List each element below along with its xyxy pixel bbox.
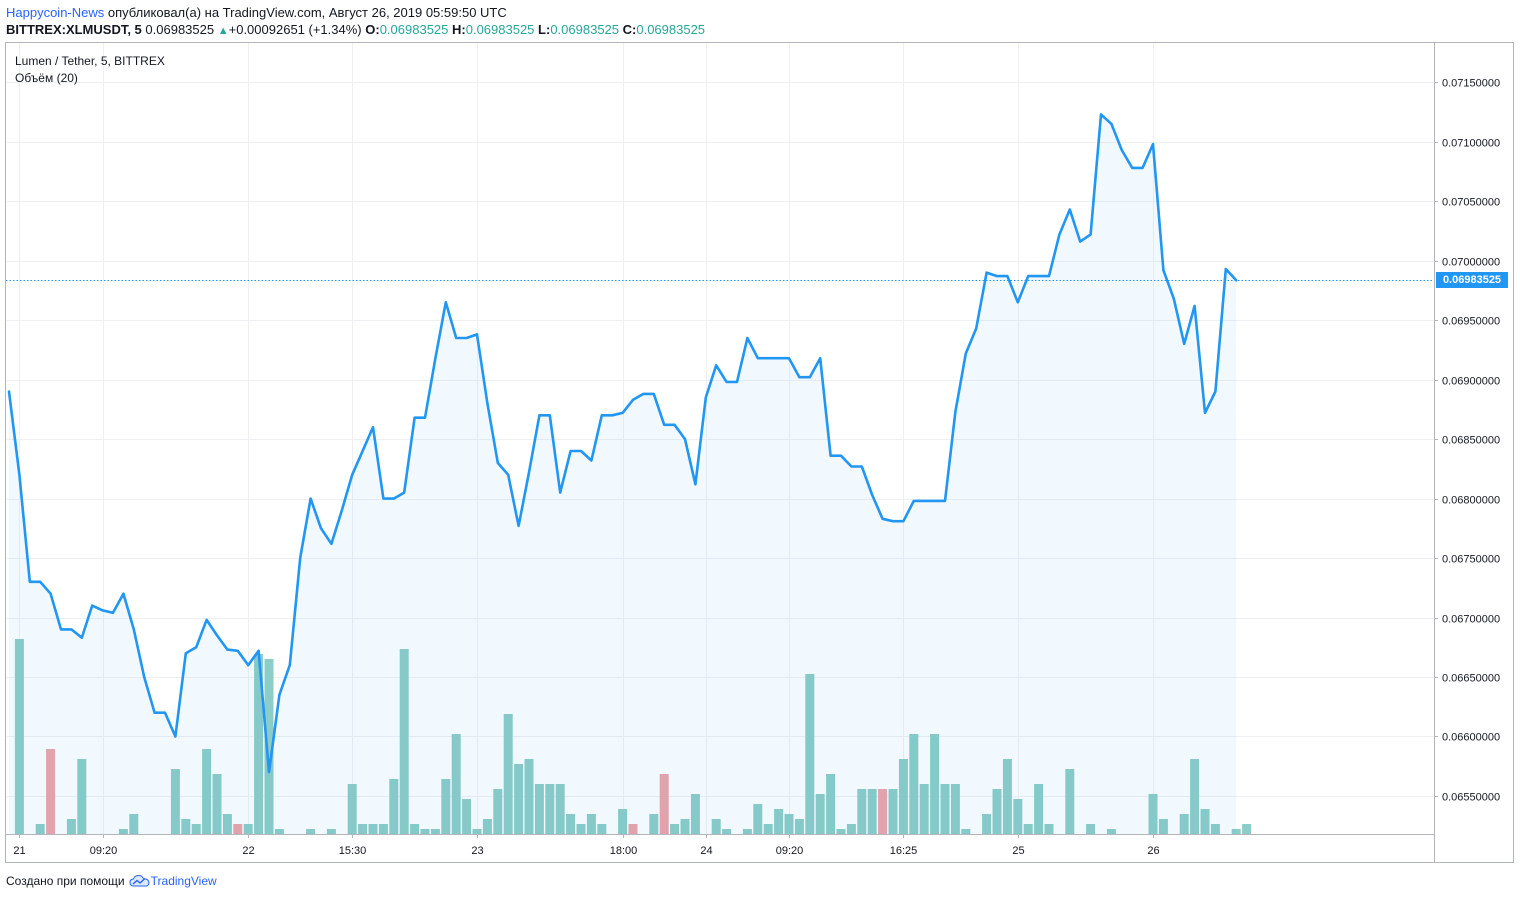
tradingview-logo[interactable]: TradingView xyxy=(129,872,217,890)
high-label: H: xyxy=(452,22,466,37)
chart-legend: Lumen / Tether, 5, BITTREX Объём (20) xyxy=(15,53,165,87)
volume-indicator-title[interactable]: Объём (20) xyxy=(15,70,165,87)
publication-header: Happycoin-News опубликовал(а) на Trading… xyxy=(6,4,507,21)
x-tick-label: 24 xyxy=(700,845,712,857)
symbol-name: BITTREX:XLMUSDT, 5 xyxy=(6,22,142,37)
x-tick-label: 22 xyxy=(242,845,254,857)
low-value: 0.06983525 xyxy=(550,22,620,37)
cloud-icon xyxy=(129,874,150,887)
close-label: C: xyxy=(622,22,637,37)
open-label: O: xyxy=(365,22,380,37)
y-tick-label: 0.06900000 xyxy=(1442,376,1500,388)
low-label: L: xyxy=(538,22,551,37)
x-tick-label: 16:25 xyxy=(890,845,918,857)
x-tick-label: 26 xyxy=(1147,845,1159,857)
high-value: 0.06983525 xyxy=(465,22,535,37)
last-price-tag: 0.06983525 xyxy=(1436,272,1508,288)
tradingview-brand[interactable]: TradingView xyxy=(151,872,217,890)
footer: Создано при помощи TradingView xyxy=(6,872,217,890)
series-title[interactable]: Lumen / Tether, 5, BITTREX xyxy=(15,53,165,70)
y-tick-label: 0.06700000 xyxy=(1442,614,1500,626)
y-tick-label: 0.07100000 xyxy=(1442,138,1500,150)
y-tick-label: 0.06550000 xyxy=(1442,792,1500,804)
y-tick-label: 0.07000000 xyxy=(1442,257,1500,269)
x-tick-label: 25 xyxy=(1012,845,1024,857)
price-chart[interactable]: 0.06550000 0.06600000 0.06650000 0.06700000… xyxy=(0,0,1520,899)
y-tick-label: 0.07050000 xyxy=(1442,197,1500,209)
x-tick-label: 18:00 xyxy=(610,845,638,857)
y-tick-label: 0.06800000 xyxy=(1442,495,1500,507)
x-tick-label: 21 xyxy=(13,845,25,857)
published-text: опубликовал(а) на TradingView.com, Авгус… xyxy=(104,5,507,20)
author-link[interactable]: Happycoin-News xyxy=(6,5,104,20)
y-tick-label: 0.06600000 xyxy=(1442,732,1500,744)
x-tick-label: 23 xyxy=(471,845,483,857)
y-tick-label: 0.06750000 xyxy=(1442,554,1500,566)
price-change: +0.00092651 (+1.34%) xyxy=(228,22,362,37)
y-tick-label: 0.06650000 xyxy=(1442,673,1500,685)
x-tick-label: 09:20 xyxy=(776,845,804,857)
y-tick-label: 0.06850000 xyxy=(1442,435,1500,447)
up-triangle-icon: ▲ xyxy=(217,25,229,37)
y-tick-label: 0.07150000 xyxy=(1442,78,1500,90)
last-price: 0.06983525 xyxy=(145,22,215,37)
created-with-text: Создано при помощи xyxy=(6,874,125,888)
x-tick-label: 09:20 xyxy=(90,845,118,857)
x-tick-label: 15:30 xyxy=(339,845,367,857)
y-tick-label: 0.06950000 xyxy=(1442,316,1500,328)
symbol-quote-line: BITTREX:XLMUSDT, 5 0.06983525 ▲+0.000926… xyxy=(6,21,705,40)
volume-bar xyxy=(1242,824,1252,834)
open-value: 0.06983525 xyxy=(379,22,449,37)
close-value: 0.06983525 xyxy=(636,22,706,37)
